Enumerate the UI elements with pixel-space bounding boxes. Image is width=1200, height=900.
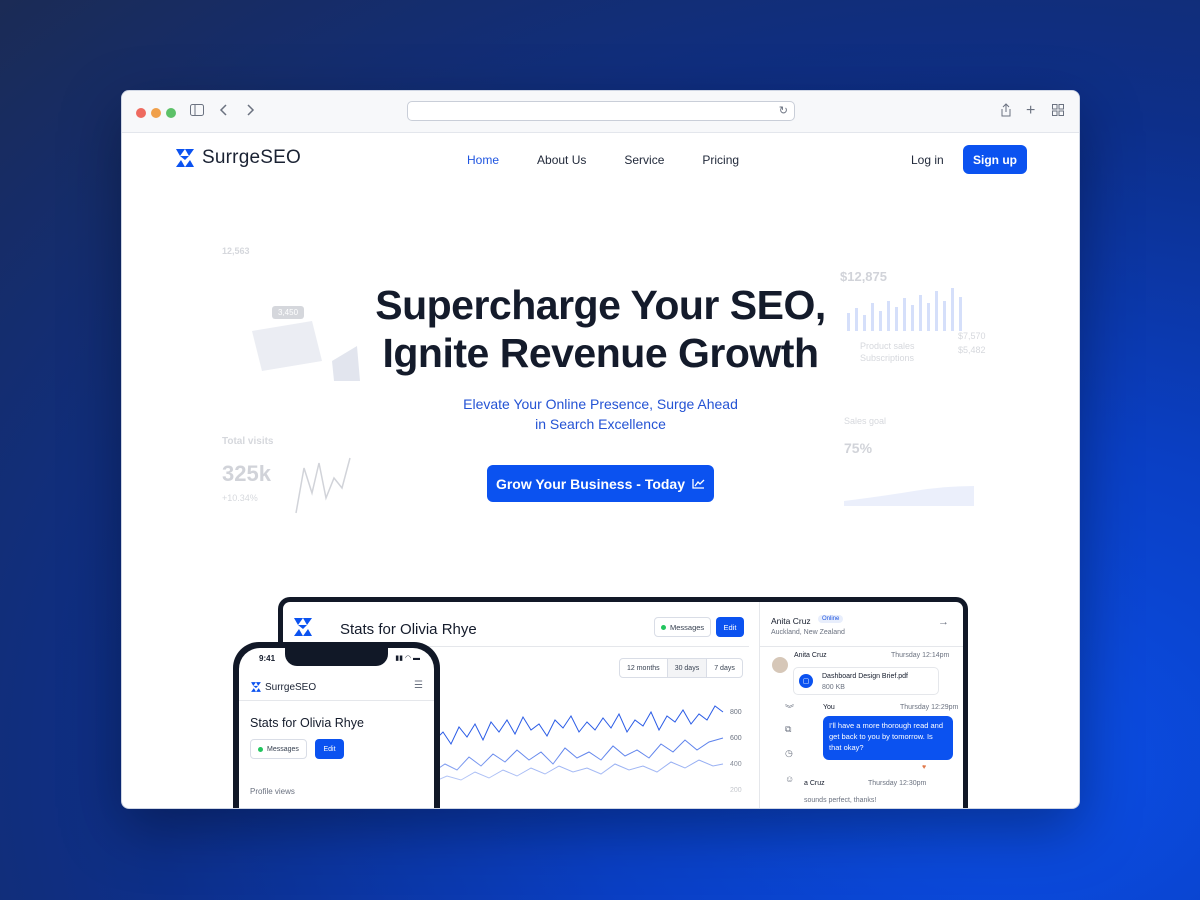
- phone-title: Stats for Olivia Rhye: [250, 716, 364, 730]
- online-dot-icon: [258, 746, 263, 752]
- sidebar-icon[interactable]: [190, 103, 204, 119]
- range-7-days[interactable]: 7 days: [707, 659, 742, 677]
- brand-name: SurrgeSEO: [265, 681, 317, 693]
- phone-edit-button[interactable]: Edit: [315, 739, 344, 759]
- file-attachment[interactable]: ▢ Dashboard Design Brief.pdf 800 KB: [793, 667, 939, 695]
- main-navigation: Home About Us Service Pricing: [467, 153, 739, 167]
- hero-subtitle: Elevate Your Online Presence, Surge Ahea…: [122, 394, 1079, 434]
- minimize-window-button[interactable]: [151, 108, 161, 118]
- nav-link-pricing[interactable]: Pricing: [702, 153, 739, 167]
- line-chart-icon: [692, 479, 705, 489]
- grid-icon[interactable]: [1052, 103, 1064, 119]
- brand-name: SurrgeSEO: [202, 147, 301, 168]
- online-dot-icon: [661, 624, 666, 630]
- dashboard-line-chart: [433, 705, 724, 783]
- file-name: Dashboard Design Brief.pdf: [822, 673, 908, 680]
- message-time: Thursday 12:30pm: [868, 780, 927, 787]
- y-axis-tick: 200: [730, 787, 742, 794]
- phone-messages-button[interactable]: Messages: [250, 739, 307, 759]
- message-sender: Anita Cruz: [794, 652, 827, 659]
- message-bubble: I'll have a more thorough read and get b…: [823, 716, 953, 760]
- brand-mark-icon: [176, 149, 194, 167]
- ghost-line-shape: [295, 457, 351, 514]
- login-link[interactable]: Log in: [911, 153, 944, 167]
- online-badge: Online: [818, 615, 844, 623]
- browser-window: ↻ + SurrgeSEO Home About Us Service Pric…: [121, 90, 1080, 809]
- close-window-button[interactable]: [136, 108, 146, 118]
- divider: [760, 646, 963, 647]
- phone-time: 9:41: [259, 654, 276, 663]
- ghost-delta: +10.34%: [222, 493, 258, 503]
- dashboard-title: Stats for Olivia Rhye: [340, 621, 477, 638]
- hero-title-line-1: Supercharge Your SEO,: [375, 282, 826, 328]
- y-axis-tick: 400: [730, 761, 742, 768]
- file-size: 800 KB: [822, 684, 845, 691]
- message-time: Thursday 12:29pm: [900, 704, 959, 711]
- chat-panel: Anita Cruz Online Auckland, New Zealand …: [759, 602, 963, 808]
- clock-icon[interactable]: ◷: [785, 748, 793, 759]
- ghost-value: 75%: [844, 440, 873, 456]
- messages-label: Messages: [670, 622, 705, 632]
- profile-views-label: Profile views: [250, 787, 295, 796]
- ghost-card-left-bottom: Total visits 325k +10.34%: [222, 436, 351, 514]
- hamburger-menu-icon[interactable]: ☰: [414, 680, 423, 691]
- file-pdf-icon: ▢: [799, 674, 813, 688]
- chevron-right-icon[interactable]: [245, 103, 255, 119]
- ghost-value: 12,563: [222, 246, 250, 256]
- messages-button[interactable]: Messages: [654, 617, 712, 637]
- browser-toolbar: ↻ +: [122, 91, 1079, 133]
- site-header: SurrgeSEO Home About Us Service Pricing …: [122, 133, 1079, 188]
- nav-link-about[interactable]: About Us: [537, 153, 586, 167]
- edit-button[interactable]: Edit: [716, 617, 744, 637]
- nav-link-service[interactable]: Service: [624, 153, 664, 167]
- cta-label: Grow Your Business - Today: [495, 475, 686, 492]
- copy-icon[interactable]: ⧉: [785, 724, 791, 735]
- plus-icon[interactable]: +: [1026, 103, 1035, 119]
- ghost-area-shape: [844, 486, 974, 506]
- chat-contact-name: Anita Cruz: [771, 616, 811, 626]
- hero-subtitle-line-1: Elevate Your Online Presence, Surge Ahea…: [463, 396, 738, 412]
- share-icon[interactable]: [1000, 103, 1012, 120]
- chevron-left-icon[interactable]: [219, 103, 229, 119]
- zoom-window-button[interactable]: [166, 108, 176, 118]
- chat-contact-location: Auckland, New Zealand: [771, 629, 845, 636]
- ghost-card-left-top: 12,563 3,450: [222, 246, 360, 381]
- messages-label: Messages: [267, 745, 299, 753]
- signup-button[interactable]: Sign up: [963, 145, 1027, 174]
- phone-mockup: 9:41 ▮▮ ◠ ▬ SurrgeSEO ☰ Stats for Olivia…: [233, 642, 440, 808]
- message-text: sounds perfect, thanks!: [804, 797, 877, 804]
- brand-mark-icon: [294, 618, 312, 636]
- nav-link-home[interactable]: Home: [467, 153, 499, 167]
- message-sender: You: [823, 704, 835, 711]
- hero-title: Supercharge Your SEO, Ignite Revenue Gro…: [122, 281, 1079, 377]
- hero-subtitle-line-2: in Search Excellence: [535, 416, 666, 432]
- range-selector: 12 months 30 days 7 days: [619, 658, 743, 678]
- range-12-months[interactable]: 12 months: [620, 659, 668, 677]
- user-icon[interactable]: ☺: [785, 774, 794, 784]
- hero-title-line-2: Ignite Revenue Growth: [382, 330, 820, 376]
- message-time: Thursday 12:14pm: [891, 652, 950, 659]
- phone-notch: [285, 648, 388, 666]
- ghost-label: Total visits: [222, 436, 274, 447]
- signal-wifi-battery-icon: ▮▮ ◠ ▬: [395, 655, 420, 662]
- ghost-value: 325k: [222, 461, 271, 486]
- heart-icon[interactable]: ♥: [922, 764, 926, 771]
- range-30-days[interactable]: 30 days: [667, 659, 708, 677]
- chevrons-icon[interactable]: ︾: [785, 702, 794, 715]
- message-sender: a Cruz: [804, 780, 825, 787]
- arrow-right-icon[interactable]: →: [938, 616, 949, 628]
- brand-logo[interactable]: SurrgeSEO: [174, 147, 301, 169]
- y-axis-tick: 600: [730, 735, 742, 742]
- avatar: [772, 657, 788, 673]
- y-axis-tick: 800: [730, 709, 742, 716]
- divider: [239, 700, 434, 701]
- brand-mark-icon: [251, 682, 261, 692]
- reload-icon[interactable]: ↻: [779, 104, 788, 117]
- grow-business-button[interactable]: Grow Your Business - Today: [487, 465, 714, 502]
- address-bar[interactable]: ↻: [407, 101, 795, 121]
- brand-logo[interactable]: SurrgeSEO: [250, 681, 316, 693]
